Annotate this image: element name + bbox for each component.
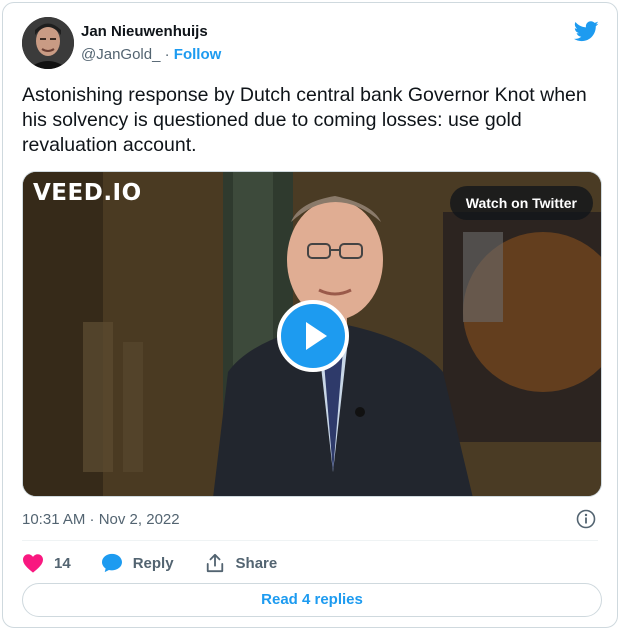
read-replies-button[interactable]: Read 4 replies	[22, 583, 602, 617]
heart-icon	[23, 554, 43, 573]
avatar[interactable]	[22, 17, 74, 69]
author-handle-line: @JanGold_ · Follow	[81, 46, 221, 63]
watch-on-twitter-button[interactable]: Watch on Twitter	[449, 186, 593, 220]
divider	[22, 540, 598, 541]
separator: ·	[164, 46, 170, 63]
tweet-card: Jan Nieuwenhuijs @JanGold_ · Follow Asto…	[2, 2, 618, 628]
tweet-text: Astonishing response by Dutch central ba…	[22, 84, 587, 156]
video-player[interactable]: VEED.IO Watch on Twitter	[22, 171, 602, 497]
share-button[interactable]: Share	[204, 553, 278, 573]
follow-button[interactable]: Follow	[174, 46, 222, 63]
info-icon[interactable]	[576, 509, 596, 529]
like-button[interactable]: 14	[22, 553, 71, 573]
share-label: Share	[235, 554, 278, 572]
share-icon	[206, 553, 223, 573]
tweet-timestamp[interactable]: 10:31 AM · Nov 2, 2022	[22, 511, 180, 528]
action-bar: 14 Reply Share	[22, 549, 307, 577]
veed-watermark: VEED.IO	[33, 180, 142, 206]
author-name[interactable]: Jan Nieuwenhuijs	[81, 23, 208, 40]
author-handle[interactable]: @JanGold_	[81, 46, 160, 63]
play-icon	[306, 322, 327, 350]
reply-bubble-icon	[101, 553, 122, 573]
reply-button[interactable]: Reply	[101, 553, 174, 573]
like-count: 14	[54, 554, 71, 572]
twitter-bird-icon[interactable]	[574, 21, 599, 42]
reply-label: Reply	[132, 554, 174, 572]
play-button[interactable]	[277, 300, 349, 372]
